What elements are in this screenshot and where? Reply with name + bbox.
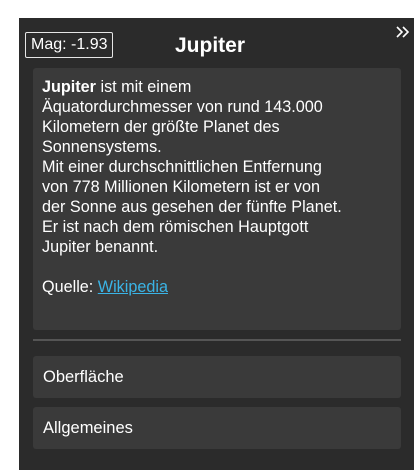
description-line: Er ist nach dem römischen Hauptgott (42, 218, 309, 236)
description-bold-name: Jupiter (42, 78, 96, 96)
description-line: Mit einer durchschnittlichen Entfernung (42, 158, 322, 176)
description-line-text: ist mit einem (95, 78, 192, 96)
divider (33, 339, 401, 341)
description-line: Jupiter benannt. (42, 238, 159, 256)
info-panel: Mag: -1.93 Jupiter Jupiter ist mit einem… (19, 18, 414, 470)
description-card: Jupiter ist mit einem Äquatordurchmesser… (33, 68, 401, 330)
section-allgemeines-button[interactable]: Allgemeines (33, 407, 401, 449)
description-line: der Sonne aus gesehen der fünfte Planet. (42, 198, 342, 216)
description-line: Äquatordurchmesser von rund 143.000 (42, 98, 323, 116)
page-title: Jupiter (175, 34, 246, 57)
description-line: Jupiter ist mit einem (42, 77, 392, 97)
description-text: Jupiter ist mit einem Äquatordurchmesser… (42, 77, 392, 257)
section-oberflaeche-button[interactable]: Oberfläche (33, 356, 401, 398)
wikipedia-link[interactable]: Wikipedia (98, 278, 168, 296)
description-line: Sonnensystems. (42, 138, 162, 156)
panel-header: Mag: -1.93 Jupiter (19, 18, 414, 70)
description-line: von 778 Millionen Kilometern ist er von (42, 178, 321, 196)
source-line: Quelle: Wikipedia (42, 277, 392, 297)
description-line: Kilometern der größte Planet des (42, 118, 280, 136)
double-chevron-right-icon[interactable] (396, 23, 410, 41)
magnitude-badge: Mag: -1.93 (25, 32, 114, 58)
source-label: Quelle: (42, 278, 98, 296)
